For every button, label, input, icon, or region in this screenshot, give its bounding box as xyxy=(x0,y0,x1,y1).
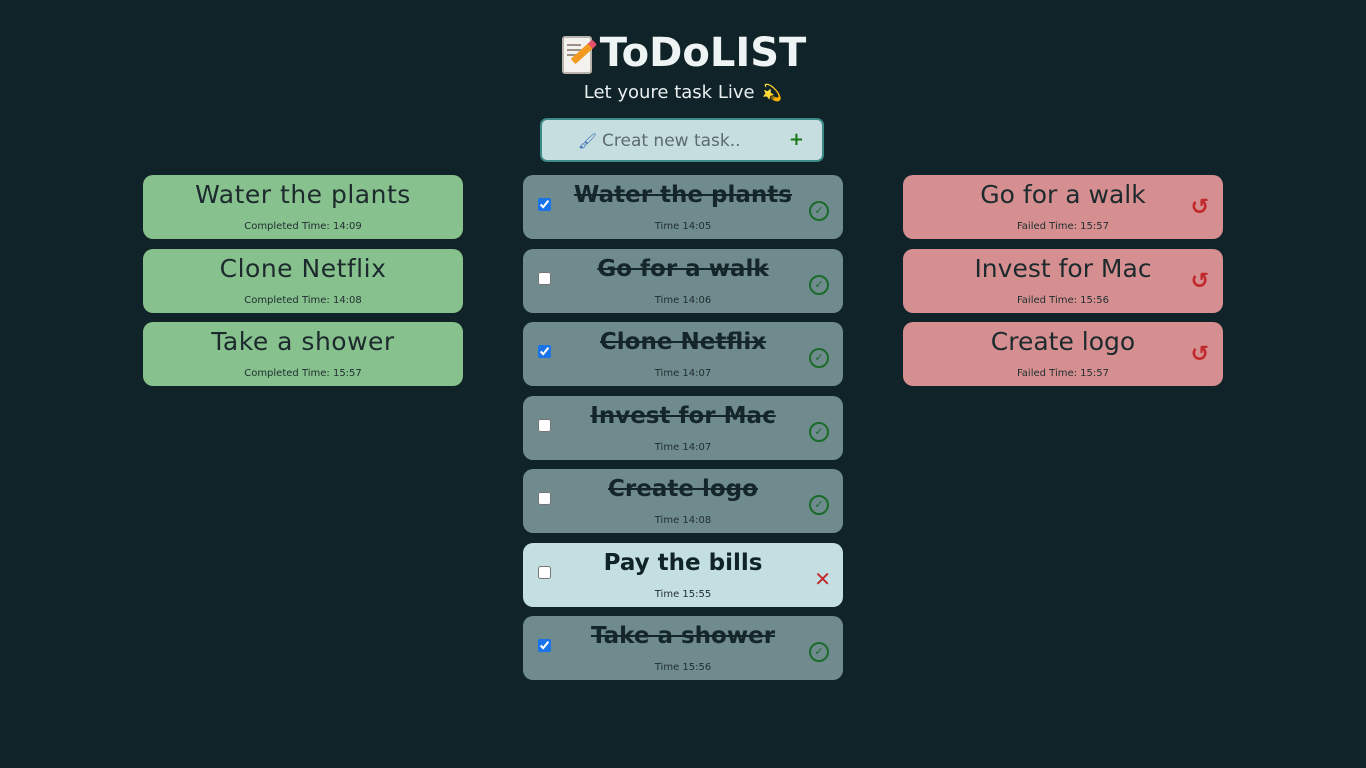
failed-card-name: Create logo xyxy=(990,327,1136,356)
subtitle-text: Let youre task Live xyxy=(583,82,755,103)
check-circle-icon[interactable]: ✓ xyxy=(809,642,829,662)
check-circle-icon[interactable]: ✓ xyxy=(809,201,829,221)
task-name: Clone Netflix xyxy=(599,329,767,355)
task-time: Time 14:08 xyxy=(654,515,712,526)
task-time: Time 15:56 xyxy=(654,662,712,673)
task-card: Invest for Mac Time 14:07 ✓ xyxy=(523,395,843,460)
completed-card-time: Completed Time: 14:08 xyxy=(244,294,362,306)
task-time: Time 14:06 xyxy=(654,294,712,306)
check-circle-icon[interactable]: ✓ xyxy=(809,421,829,442)
title-row: ToDoLIST xyxy=(560,30,807,76)
task-column: Water the plants Time 14:05 ✓ Go for a w… xyxy=(523,175,843,690)
completed-card-name: Take a shower xyxy=(211,327,395,356)
completed-card: Take a shower Completed Time: 15:57 xyxy=(143,322,463,386)
task-card: Go for a walk Time 14:06 ✓ xyxy=(523,248,843,313)
failed-card: Go for a walk Failed Time: 15:57 ↺ xyxy=(903,175,1223,239)
failed-card-name: Go for a walk xyxy=(980,180,1146,209)
task-card: Create logo Time 14:08 ✓ xyxy=(523,469,843,533)
task-name: Pay the bills xyxy=(603,549,763,576)
new-task-input[interactable] xyxy=(600,128,784,154)
task-card: Take a shower Time 15:56 ✓ xyxy=(523,616,843,680)
task-time: Time 15:55 xyxy=(654,588,712,600)
failed-column: Go for a walk Failed Time: 15:57 ↺ Inves… xyxy=(903,175,1223,396)
completed-card-name: Clone Netflix xyxy=(219,253,387,283)
paintbrush-icon: 🖌 xyxy=(578,132,598,150)
task-time: Time 14:07 xyxy=(654,441,712,453)
failed-card-name: Invest for Mac xyxy=(974,253,1152,283)
completed-card: Water the plants Completed Time: 14:09 xyxy=(143,175,463,239)
check-circle-icon[interactable]: ✓ xyxy=(809,274,829,295)
app-subtitle: Let youre task Live 💫 xyxy=(0,82,1366,103)
failed-card: Invest for Mac Failed Time: 15:56 ↺ xyxy=(903,248,1223,313)
header: ToDoLIST Let youre task Live 💫 xyxy=(0,30,1366,103)
undo-icon[interactable]: ↺ xyxy=(1191,342,1209,367)
check-circle-icon[interactable]: ✓ xyxy=(809,348,829,368)
new-task-field: 🖌 + xyxy=(540,118,824,162)
failed-card-time: Failed Time: 15:57 xyxy=(1016,221,1110,232)
failed-card-time: Failed Time: 15:57 xyxy=(1016,368,1110,379)
task-name: Take a shower xyxy=(590,623,776,649)
undo-icon[interactable]: ↺ xyxy=(1191,195,1209,220)
completed-column: Water the plants Completed Time: 14:09 C… xyxy=(143,175,463,396)
check-circle-icon[interactable]: ✓ xyxy=(809,495,829,515)
task-time: Time 14:05 xyxy=(654,221,712,232)
close-icon[interactable]: ✕ xyxy=(814,567,831,591)
failed-card: Create logo Failed Time: 15:57 ↺ xyxy=(903,322,1223,386)
undo-icon[interactable]: ↺ xyxy=(1191,269,1209,294)
completed-card-time: Completed Time: 15:57 xyxy=(244,368,362,379)
task-name: Invest for Mac xyxy=(590,402,776,429)
completed-card-time: Completed Time: 14:09 xyxy=(244,221,362,232)
dizzy-comet-icon: 💫 xyxy=(762,83,783,102)
task-name: Water the plants xyxy=(574,182,792,208)
add-task-button[interactable]: + xyxy=(789,129,804,150)
memo-icon xyxy=(560,34,594,74)
task-card: Pay the bills Time 15:55 ✕ xyxy=(523,542,843,607)
task-time: Time 14:07 xyxy=(654,368,712,379)
task-card: Water the plants Time 14:05 ✓ xyxy=(523,175,843,239)
task-name: Go for a walk xyxy=(597,255,769,282)
task-name: Create logo xyxy=(608,476,758,502)
completed-card: Clone Netflix Completed Time: 14:08 xyxy=(143,248,463,313)
failed-card-time: Failed Time: 15:56 xyxy=(1016,294,1110,306)
task-card: Clone Netflix Time 14:07 ✓ xyxy=(523,322,843,386)
app-title: ToDoLIST xyxy=(599,30,807,76)
completed-card-name: Water the plants xyxy=(195,180,411,209)
